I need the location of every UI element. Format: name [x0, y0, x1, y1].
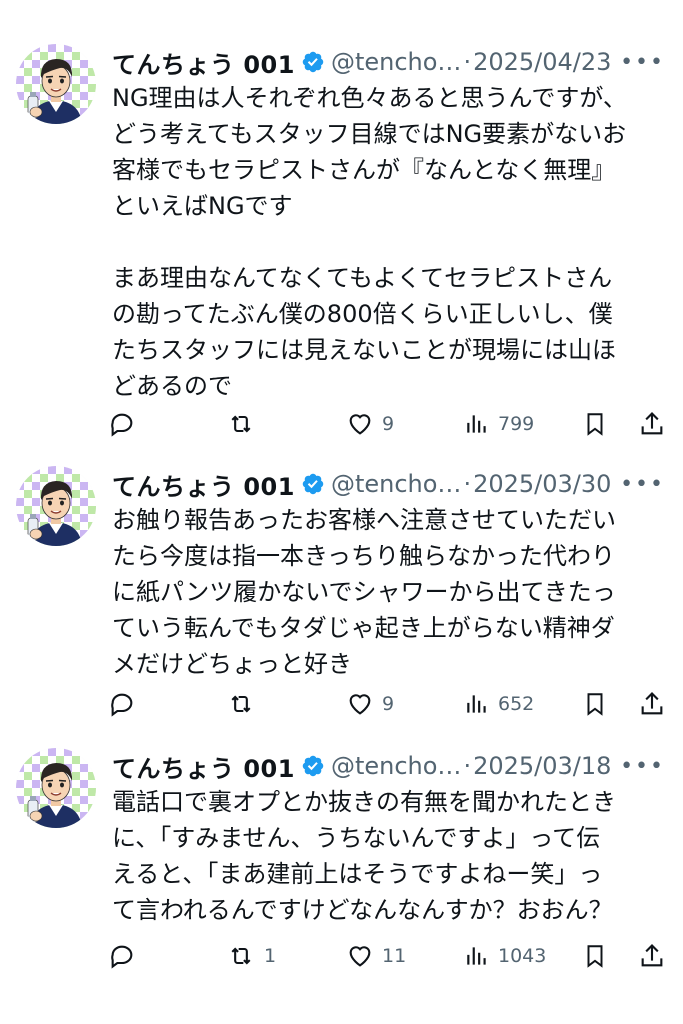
display-name[interactable]: てんちょう 001 — [112, 467, 295, 502]
view-count: 652 — [498, 693, 535, 715]
tweet-date[interactable]: 2025/03/30 — [473, 470, 611, 498]
bookmark-icon — [587, 413, 603, 436]
heart-icon — [349, 414, 371, 435]
reply-icon — [111, 693, 133, 717]
avatar[interactable] — [16, 466, 96, 546]
bookmark-button[interactable] — [582, 936, 608, 976]
avatar[interactable] — [16, 44, 96, 124]
views-icon — [467, 947, 486, 965]
like-count: 9 — [382, 693, 395, 715]
heart-icon — [349, 694, 371, 715]
bookmark-button[interactable] — [582, 404, 608, 444]
share-icon — [641, 692, 663, 715]
share-button[interactable] — [638, 684, 666, 724]
action-bar: 1 11 1043 — [108, 936, 668, 976]
retweet-icon — [231, 947, 251, 965]
retweet-count: 1 — [264, 945, 277, 967]
like-count: 9 — [382, 413, 395, 435]
action-bar: 9 652 — [108, 684, 668, 724]
reply-button[interactable] — [108, 404, 144, 444]
tweet-header: てんちょう 001 @tencho… · 2025/03/30 — [112, 464, 611, 504]
view-count: 1043 — [498, 945, 547, 967]
like-button[interactable]: 11 — [346, 936, 406, 976]
action-bar: 9 799 — [108, 404, 668, 444]
tweet-date[interactable]: 2025/04/23 — [473, 48, 611, 76]
views-icon — [467, 415, 486, 433]
display-name[interactable]: てんちょう 001 — [112, 45, 295, 80]
share-icon — [641, 944, 663, 967]
tweet-date[interactable]: 2025/03/18 — [473, 752, 611, 780]
avatar-image — [16, 44, 96, 124]
tweet-text: お触り報告あったお客様へ注意させていただい たら今度は指一本きっちり触らなかった… — [112, 506, 616, 678]
more-dots-icon[interactable]: ••• — [620, 754, 665, 779]
separator-dot: · — [463, 752, 472, 780]
avatar-image — [16, 748, 96, 828]
verified-badge-icon — [301, 472, 325, 496]
bookmark-icon — [587, 693, 603, 716]
views-button[interactable]: 1043 — [464, 936, 546, 976]
tweet-header: てんちょう 001 @tencho… · 2025/03/18 — [112, 746, 611, 786]
tweet-header: てんちょう 001 @tencho… · 2025/04/23 — [112, 42, 611, 82]
display-name[interactable]: てんちょう 001 — [112, 749, 295, 784]
handle[interactable]: @tencho… — [331, 752, 461, 780]
retweet-icon — [231, 695, 251, 713]
verified-badge-icon — [301, 754, 325, 778]
separator-dot: · — [463, 470, 472, 498]
views-button[interactable]: 652 — [464, 684, 534, 724]
share-button[interactable] — [638, 404, 666, 444]
heart-icon — [349, 946, 371, 967]
handle[interactable]: @tencho… — [331, 48, 461, 76]
view-count: 799 — [498, 413, 535, 435]
reply-button[interactable] — [108, 684, 144, 724]
avatar-image — [16, 466, 96, 546]
more-dots-icon[interactable]: ••• — [620, 472, 665, 497]
share-button[interactable] — [638, 936, 666, 976]
share-icon — [641, 412, 663, 435]
retweet-button[interactable] — [226, 684, 264, 724]
reply-button[interactable] — [108, 936, 144, 976]
reply-icon — [111, 413, 133, 437]
more-dots-icon[interactable]: ••• — [620, 50, 665, 75]
views-button[interactable]: 799 — [464, 404, 534, 444]
like-count: 11 — [382, 945, 407, 967]
bookmark-icon — [587, 945, 603, 968]
avatar[interactable] — [16, 748, 96, 828]
like-button[interactable]: 9 — [346, 404, 394, 444]
handle[interactable]: @tencho… — [331, 470, 461, 498]
tweet-text: 電話口で裏オプとか抜きの有無を聞かれたとき に、「すみません、うちないんですよ」… — [112, 788, 616, 924]
separator-dot: · — [463, 48, 472, 76]
retweet-icon — [231, 415, 251, 433]
like-button[interactable]: 9 — [346, 684, 394, 724]
retweet-button[interactable]: 1 — [226, 936, 276, 976]
tweet-text: NG理由は人それぞれ色々あると思うんですが、 どう考えてもスタッフ目線ではNG要… — [112, 84, 627, 400]
verified-badge-icon — [301, 50, 325, 74]
bookmark-button[interactable] — [582, 684, 608, 724]
retweet-button[interactable] — [226, 404, 264, 444]
views-icon — [467, 695, 486, 713]
reply-icon — [111, 945, 133, 969]
